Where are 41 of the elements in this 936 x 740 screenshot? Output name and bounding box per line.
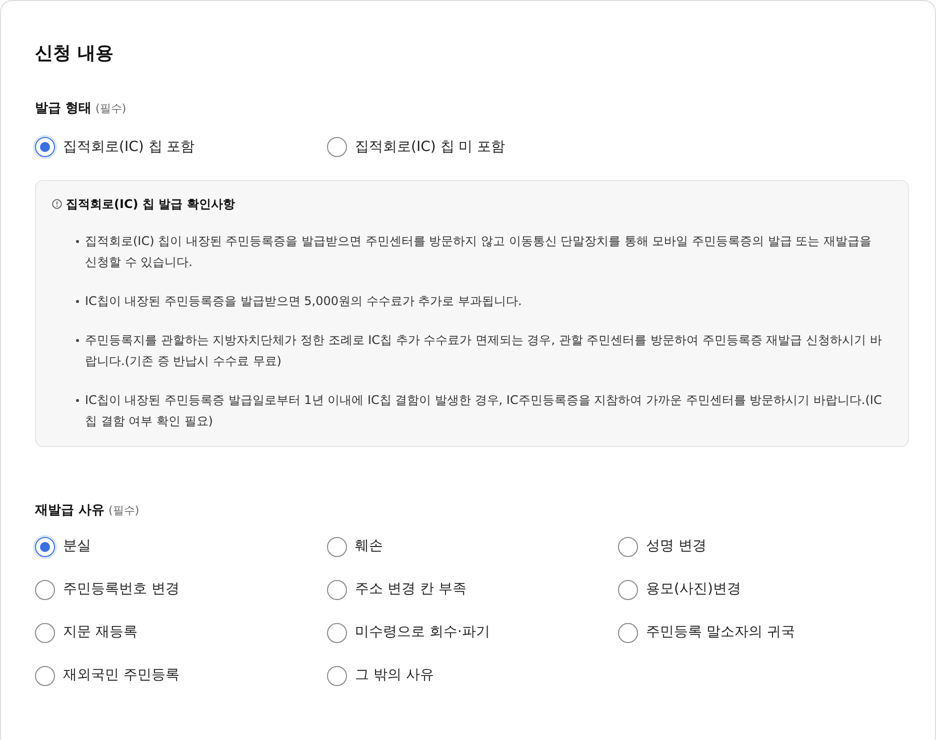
field-label: 재발급 사유: [35, 502, 105, 520]
radio-button[interactable]: [327, 536, 347, 556]
bullet-icon: [76, 300, 79, 302]
radio-option[interactable]: 훼손: [327, 536, 383, 557]
radio-button[interactable]: [618, 536, 638, 556]
bullet-icon: [76, 398, 79, 402]
radio-button[interactable]: [327, 137, 347, 157]
radio-option[interactable]: 미수령으로 회수·파기: [327, 622, 490, 643]
bullet-icon: [76, 338, 79, 342]
notice-text: 집적회로(IC) 칩이 내장된 주민등록증을 발급받으면 주민센터를 방문하지 않고 이동통신 단말장치를 통해 모바일 주민등록증의 발급 또는 재발급을 신청할 수 있습니다.: [85, 232, 872, 270]
radio-button[interactable]: [35, 666, 55, 686]
radio-button[interactable]: [327, 580, 347, 600]
radio-option[interactable]: 재외국민 주민등록: [35, 665, 180, 686]
radio-option[interactable]: 지문 재등록: [35, 622, 138, 643]
notice-text: 주민등록지를 관할하는 지방자치단체가 정한 조례로 IC칩 추가 수수료가 면제되는 경우, 관할 주민센터를 방문하여 주민등록증 재발급 신청하시기 바랍니다.(기존 증 반납시 수수료 무료): [85, 332, 883, 370]
radio-option[interactable]: 집적회로(IC) 칩 미 포함: [327, 136, 506, 158]
required-note: (필수): [96, 101, 126, 117]
notice-text: IC칩이 내장된 주민등록증을 발급받으면 5,000원의 수수료가 추가로 부과됩니다.: [85, 292, 522, 310]
radio-option[interactable]: 용모(사진)변경: [618, 579, 741, 600]
radio-option[interactable]: 주소 변경 칸 부족: [327, 579, 466, 600]
notice-title: 집적회로(IC) 칩 발급 확인사항: [66, 196, 235, 212]
radio-button[interactable]: [35, 137, 55, 157]
field-label: 발급 형태: [35, 100, 92, 118]
radio-option[interactable]: 성명 변경: [618, 536, 706, 557]
radio-button[interactable]: [327, 622, 347, 642]
info-icon: [52, 198, 62, 208]
radio-button[interactable]: [618, 622, 638, 642]
required-note: (필수): [108, 502, 140, 518]
radio-option[interactable]: 주민등록번호 변경: [35, 579, 180, 600]
radio-button[interactable]: [35, 536, 55, 556]
radio-option[interactable]: 분실: [35, 536, 91, 557]
radio-button[interactable]: [618, 580, 638, 600]
radio-button[interactable]: [35, 580, 55, 600]
radio-option[interactable]: 주민등록 말소자의 귀국: [618, 622, 795, 643]
notice-text: IC칩이 내장된 주민등록증 발급일로부터 1년 이내에 IC칩 결함이 발생한 경우, IC주민등록증을 지참하여 가까운 주민센터를 방문하시기 바랍니다.(IC칩 결함 여부 확인 필요): [85, 392, 883, 430]
radio-button[interactable]: [35, 622, 55, 642]
section-title: 신청 내용: [35, 42, 114, 66]
bullet-icon: [76, 240, 79, 242]
radio-option[interactable]: 집적회로(IC) 칩 포함: [35, 136, 195, 158]
radio-option[interactable]: 그 밖의 사유: [327, 665, 434, 686]
radio-button[interactable]: [327, 666, 347, 686]
